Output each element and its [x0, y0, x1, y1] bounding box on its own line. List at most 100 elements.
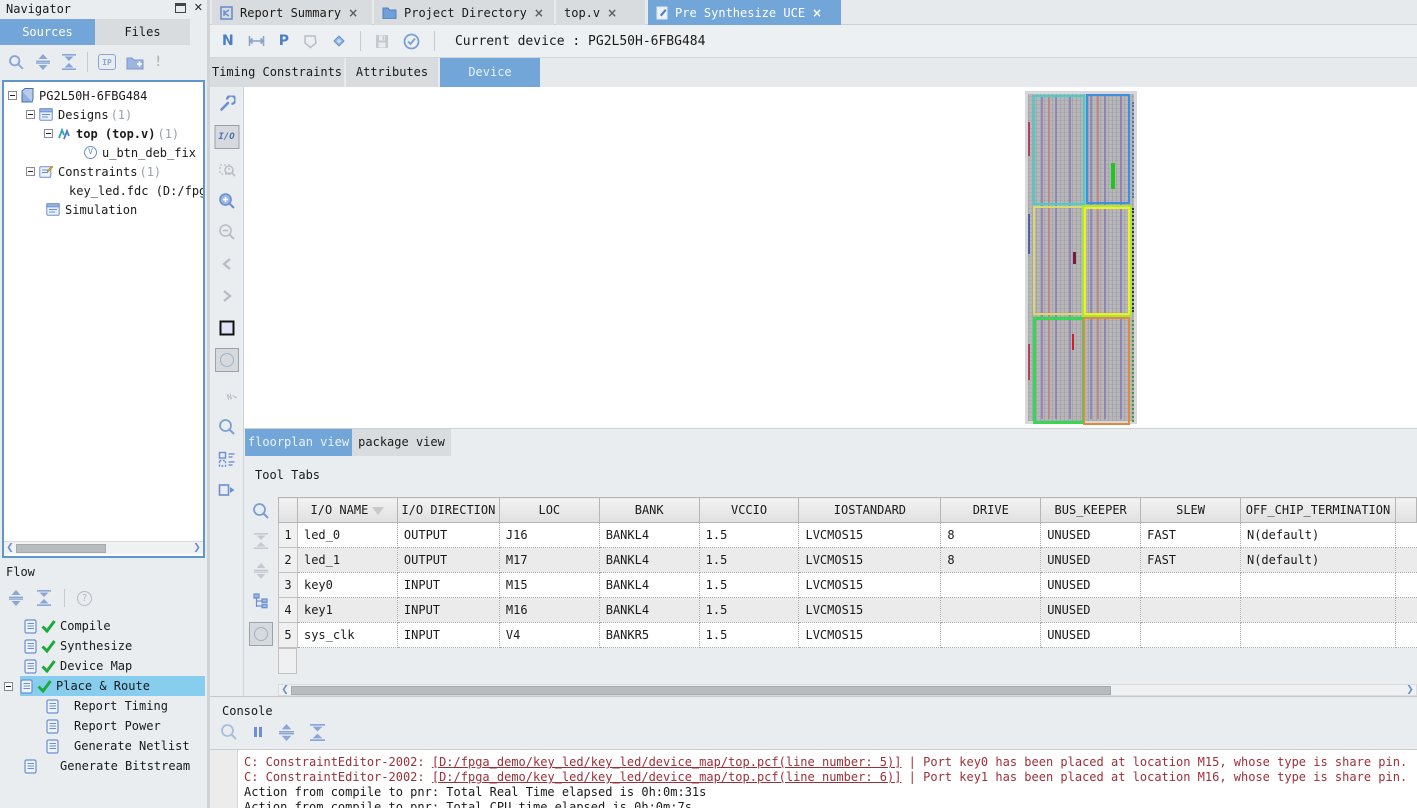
pause-icon[interactable] [252, 725, 264, 739]
close-tab-icon[interactable]: × [607, 6, 617, 20]
column-header-loc[interactable]: LOC [499, 498, 599, 523]
collapse-all-icon[interactable] [61, 54, 77, 70]
table-cell[interactable] [1141, 598, 1241, 623]
floorplan-canvas[interactable] [244, 87, 1417, 429]
rectangle-select-icon[interactable] [219, 321, 234, 336]
table-cell[interactable] [1141, 573, 1241, 598]
expander-icon[interactable] [4, 682, 13, 691]
table-cell[interactable]: BANKR5 [599, 623, 699, 648]
table-cell[interactable]: BANKL4 [599, 598, 699, 623]
table-cell[interactable] [1240, 573, 1395, 598]
table-cell[interactable]: 1.5 [699, 573, 799, 598]
table-cell[interactable]: UNUSED [1041, 548, 1141, 573]
ip-core-icon[interactable]: IP [98, 54, 116, 70]
table-cell[interactable]: 1.5 [699, 623, 799, 648]
tree-item-device[interactable]: PG2L50H-6FBG484 [8, 86, 147, 105]
help-icon[interactable]: ? [77, 591, 92, 606]
table-cell[interactable]: 1.5 [699, 598, 799, 623]
tree-item-designs[interactable]: Designs (1) [26, 105, 132, 124]
column-header-io-direction[interactable]: I/O DIRECTION [397, 498, 499, 523]
tab-project-directory[interactable]: Project Directory × [374, 0, 554, 25]
table-cell[interactable]: J16 [499, 523, 599, 548]
scroll-left-arrow[interactable]: ❮ [279, 684, 291, 697]
table-cell[interactable]: LVCMOS15 [799, 598, 941, 623]
column-header-off-chip-termination[interactable]: OFF_CHIP_TERMINATION [1240, 498, 1395, 523]
forward-icon[interactable] [221, 289, 233, 303]
table-cell[interactable]: UNUSED [1041, 623, 1141, 648]
flow-item-compile[interactable]: Compile [0, 616, 207, 636]
port-icon[interactable]: P [279, 33, 289, 49]
table-cell[interactable]: key0 [297, 573, 397, 598]
table-cell[interactable]: led_0 [297, 523, 397, 548]
expander-icon[interactable] [26, 110, 35, 119]
table-cell[interactable] [941, 623, 1041, 648]
hierarchy-icon[interactable] [218, 451, 235, 467]
flow-item-device-map[interactable]: Device Map [0, 656, 207, 676]
row-number-cell[interactable]: 3 [279, 573, 298, 598]
flow-item-generate-bitstream[interactable]: Generate Bitstream [0, 756, 207, 776]
scrollbar-thumb[interactable] [291, 686, 1111, 695]
clock-region-midleft[interactable] [1033, 206, 1085, 315]
row-number-cell[interactable]: 4 [279, 598, 298, 623]
table-cell[interactable]: FAST [1141, 523, 1241, 548]
save-icon[interactable] [375, 34, 389, 49]
table-row[interactable]: 2led_1OUTPUTM17BANKL41.5LVCMOS158UNUSEDF… [279, 548, 1417, 573]
table-cell[interactable] [941, 598, 1041, 623]
expand-all-icon[interactable] [8, 590, 24, 606]
close-tab-icon[interactable]: × [534, 6, 544, 20]
table-cell[interactable]: M17 [499, 548, 599, 573]
tree-item-constraints[interactable]: Constraints (1) [26, 162, 161, 181]
clock-region-bottomleft[interactable] [1033, 317, 1085, 424]
no-op-cursor-icon[interactable]: N↘ [225, 391, 237, 402]
io-tool-button[interactable]: I/O [214, 125, 239, 149]
flow-item-place-route[interactable]: Place & Route [0, 676, 207, 696]
flow-item-report-timing[interactable]: Report Timing [0, 696, 207, 716]
expander-icon[interactable] [8, 91, 17, 100]
table-cell[interactable]: led_1 [297, 548, 397, 573]
table-cell[interactable] [1240, 598, 1395, 623]
tree-item-instance[interactable]: V u_btn_deb_fix [84, 143, 196, 162]
flow-item-report-power[interactable]: Report Power [0, 716, 207, 736]
diamond-icon[interactable] [332, 34, 346, 48]
table-row[interactable]: 5sys_clkINPUTV4BANKR51.5LVCMOS15UNUSED [279, 623, 1417, 648]
table-cell[interactable]: UNUSED [1041, 598, 1141, 623]
circle-select-icon[interactable] [249, 622, 273, 646]
table-cell[interactable]: LVCMOS15 [799, 573, 941, 598]
console-file-link[interactable]: [D:/fpga_demo/key_led/key_led/device_map… [432, 755, 902, 769]
column-header-vccio[interactable]: VCCIO [699, 498, 799, 523]
column-header-iostandard[interactable]: IOSTANDARD [799, 498, 941, 523]
search-icon[interactable] [220, 723, 238, 741]
row-number-cell[interactable]: 2 [279, 548, 298, 573]
tab-attributes[interactable]: Attributes [346, 58, 438, 87]
find-icon[interactable] [218, 418, 236, 436]
search-icon[interactable] [252, 502, 270, 520]
search-icon[interactable] [8, 54, 25, 71]
flow-item-generate-netlist[interactable]: Generate Netlist [0, 736, 207, 756]
expand-all-icon[interactable] [35, 54, 51, 70]
tab-top-v[interactable]: top.v × [556, 0, 645, 25]
table-cell[interactable] [1240, 623, 1395, 648]
polygon-flag-icon[interactable] [303, 34, 318, 49]
table-cell[interactable]: N(default) [1240, 523, 1395, 548]
table-row[interactable]: 3key0INPUTM15BANKL41.5LVCMOS15UNUSED [279, 573, 1417, 598]
wrench-icon[interactable] [218, 96, 235, 113]
tab-pre-synthesize-uce[interactable]: Pre Synthesize UCE × [648, 0, 841, 25]
float-panel-icon[interactable] [175, 3, 186, 13]
column-header-drive[interactable]: DRIVE [941, 498, 1041, 523]
close-tab-icon[interactable]: × [812, 6, 822, 20]
scroll-left-arrow[interactable]: ❮ [4, 542, 16, 555]
table-row[interactable]: 4key1INPUTM16BANKL41.5LVCMOS15UNUSED [279, 598, 1417, 623]
tree-item-simulation[interactable]: Simulation [46, 200, 137, 219]
row-number-cell[interactable]: 5 [279, 623, 298, 648]
table-cell[interactable]: LVCMOS15 [799, 523, 941, 548]
column-header-slew[interactable]: SLEW [1141, 498, 1241, 523]
check-circle-icon[interactable] [403, 33, 420, 50]
table-cell[interactable]: 1.5 [699, 548, 799, 573]
table-cell[interactable]: 1.5 [699, 523, 799, 548]
expander-icon[interactable] [26, 167, 35, 176]
column-header-io-name[interactable]: I/O NAME [297, 498, 397, 523]
table-cell[interactable]: BANKL4 [599, 523, 699, 548]
scrollbar-thumb[interactable] [16, 544, 106, 553]
region-zoom-icon[interactable] [218, 161, 236, 179]
circle-select-icon[interactable] [215, 348, 239, 372]
